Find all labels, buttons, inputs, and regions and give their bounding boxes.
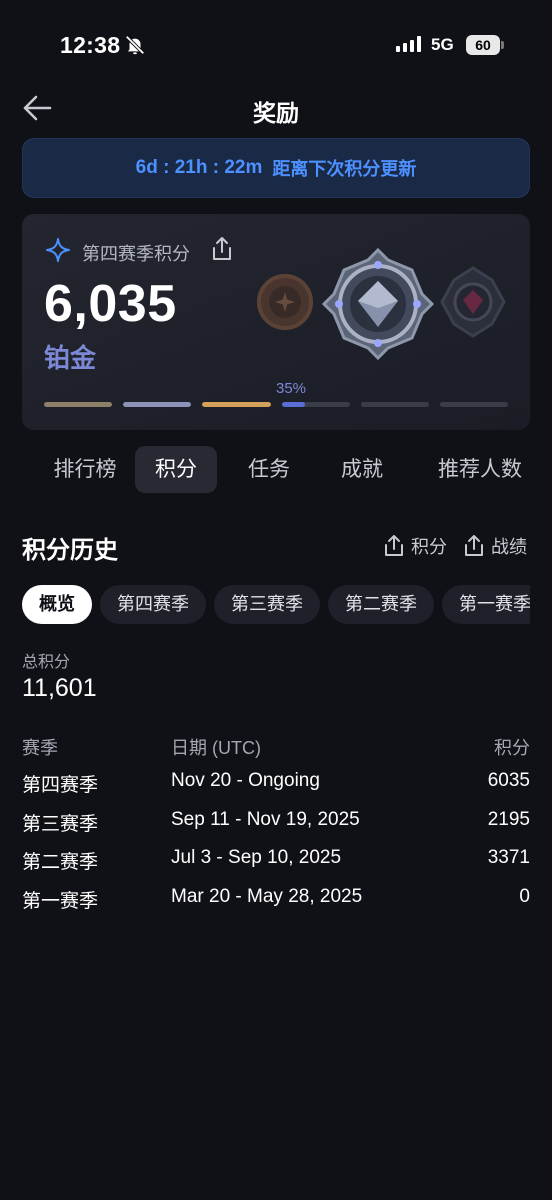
diamond-badge-icon [440, 266, 506, 338]
tab-points[interactable]: 积分 [135, 446, 217, 493]
progress-segment-fill [202, 402, 271, 407]
status-bar: 12:38 5G 60 [0, 0, 552, 90]
chip-season-2[interactable]: 第二赛季 [328, 585, 434, 624]
season-score-card: 第四赛季积分 6,035 铂金 35% [22, 214, 530, 430]
cell-points: 0 [519, 885, 530, 907]
progress-segment-fill [281, 402, 306, 407]
bell-muted-icon [125, 35, 145, 55]
table-row: 第三赛季 Sep 11 - Nov 19, 2025 2195 [22, 805, 530, 844]
column-date: 日期 (UTC) [171, 738, 261, 758]
progress-segment-fill [44, 402, 113, 407]
cell-points: 3371 [487, 847, 530, 868]
season-filter-chips: 概览 第四赛季 第三赛季 第二赛季 第一赛季 [22, 585, 530, 625]
table-row: 第四赛季 Nov 20 - Ongoing 6035 [22, 766, 530, 805]
bronze-badge-icon [257, 274, 313, 330]
platinum-badge-icon [322, 248, 434, 360]
cell-points: 2195 [487, 808, 530, 830]
network-type: 5G [431, 35, 454, 54]
export-record-label: 战绩 [491, 537, 527, 557]
total-points-label: 总积分 [22, 654, 71, 671]
points-history-title: 积分历史 [22, 537, 118, 564]
page-title: 奖励 [253, 100, 299, 126]
cell-season: 第四赛季 [22, 775, 99, 796]
tab-tasks[interactable]: 任务 [229, 446, 309, 493]
chip-overview[interactable]: 概览 [22, 585, 92, 624]
battery-tip [501, 41, 504, 49]
table-row: 第一赛季 Mar 20 - May 28, 2025 0 [22, 882, 530, 921]
total-points-value: 11,601 [22, 674, 97, 702]
tab-referrals[interactable]: 推荐人数 [426, 446, 534, 493]
cell-date: Mar 20 - May 28, 2025 [171, 885, 363, 907]
share-icon[interactable] [210, 236, 234, 262]
column-points: 积分 [494, 738, 530, 758]
rewards-tabs: 排行榜 积分 任务 成就 推荐人数 [22, 446, 552, 494]
tab-achievements[interactable]: 成就 [322, 446, 402, 493]
tab-leaderboard[interactable]: 排行榜 [22, 446, 148, 493]
share-icon [385, 535, 403, 556]
timer-countdown: 6d : 21h : 22m [135, 157, 263, 178]
update-timer-banner: 6d : 21h : 22m 距离下次积分更新 [22, 138, 530, 198]
progress-segment [44, 402, 113, 407]
progress-segment [360, 402, 429, 407]
chip-season-4[interactable]: 第四赛季 [100, 585, 206, 624]
season-score: 6,035 [44, 275, 177, 333]
cell-date: Nov 20 - Ongoing [171, 770, 320, 791]
cell-season: 第三赛季 [22, 813, 99, 835]
status-time: 12:38 [60, 32, 121, 58]
season-label: 第四赛季积分 [82, 244, 190, 264]
points-history-table: 赛季 日期 (UTC) 积分 第四赛季 Nov 20 - Ongoing 603… [22, 730, 530, 920]
export-record-button[interactable]: 战绩 [463, 532, 527, 560]
table-header: 赛季 日期 (UTC) 积分 [22, 730, 530, 766]
timer-caption: 距离下次积分更新 [272, 159, 417, 179]
chip-season-3[interactable]: 第三赛季 [214, 585, 320, 624]
tier-name: 铂金 [44, 343, 97, 373]
tier-progress-bar [44, 402, 509, 408]
cell-points: 6035 [487, 770, 530, 791]
progress-segment [123, 402, 192, 407]
column-season: 赛季 [22, 738, 58, 758]
tier-progress-label: 35% [276, 380, 307, 397]
progress-segment [202, 402, 271, 407]
header: 奖励 [0, 86, 552, 130]
sparkle-icon [46, 238, 70, 262]
cell-date: Jul 3 - Sep 10, 2025 [171, 847, 342, 868]
progress-segment-fill [123, 402, 192, 407]
signal-icon [396, 36, 421, 52]
share-icon [465, 535, 483, 556]
cell-date: Sep 11 - Nov 19, 2025 [171, 808, 360, 830]
progress-segment [281, 402, 350, 407]
chip-season-1[interactable]: 第一赛季 [442, 585, 530, 624]
export-points-label: 积分 [411, 537, 447, 557]
table-row: 第二赛季 Jul 3 - Sep 10, 2025 3371 [22, 843, 530, 882]
battery-icon: 60 [466, 35, 500, 55]
export-points-button[interactable]: 积分 [383, 532, 447, 560]
cell-season: 第二赛季 [22, 852, 99, 873]
cell-season: 第一赛季 [22, 890, 99, 912]
progress-segment [439, 402, 509, 407]
